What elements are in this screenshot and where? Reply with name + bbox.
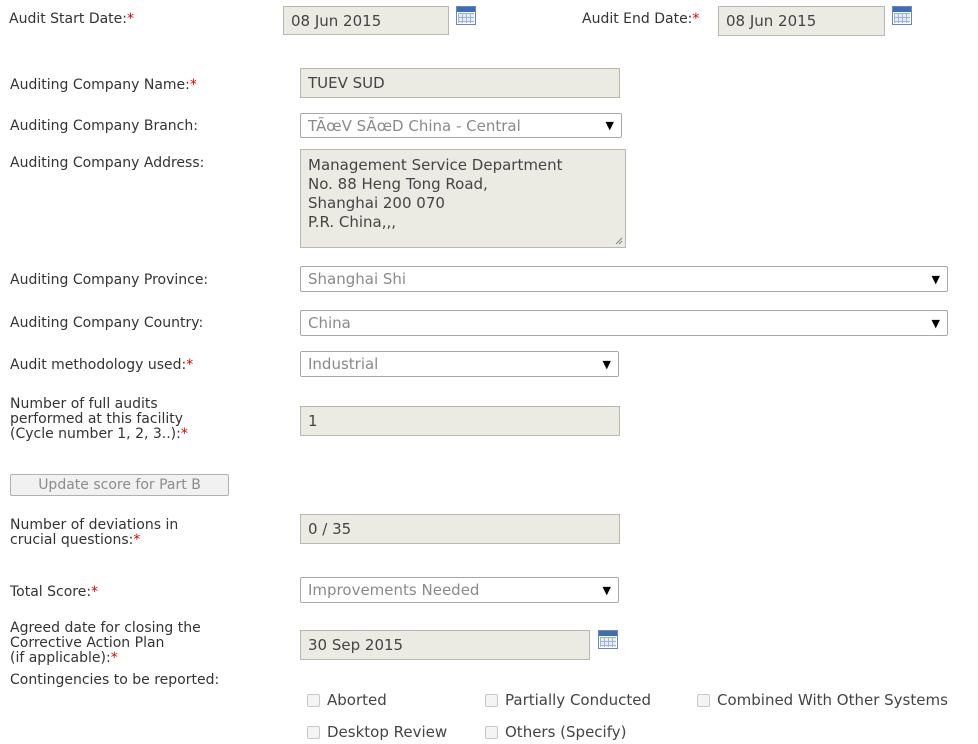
agreed-date-field[interactable]: 30 Sep 2015 [300,630,590,660]
company-country-label: Auditing Company Country: [10,315,204,331]
contingencies-label: Contingencies to be reported: [10,672,220,688]
deviations-field[interactable]: 0 / 35 [300,514,620,544]
total-score-select[interactable]: Improvements Needed ▼ [300,577,619,603]
checkbox-box[interactable] [485,725,498,739]
address-line: P.R. China,,, [308,213,397,231]
checkbox-aborted[interactable]: Aborted [307,691,387,709]
agreed-date-label: Agreed date for closing the Corrective A… [10,620,201,666]
company-name-field[interactable]: TUEV SUD [300,68,620,98]
company-name-label: Auditing Company Name:* [10,77,197,93]
checkbox-combined-with-other-systems[interactable]: Combined With Other Systems [697,691,948,709]
checkbox-partially-conducted[interactable]: Partially Conducted [485,691,651,709]
chevron-down-icon: ▼ [602,357,611,371]
company-branch-label: Auditing Company Branch: [10,118,198,134]
company-province-select[interactable]: Shanghai Shi ▼ [300,266,948,292]
checkbox-box[interactable] [697,693,710,707]
calendar-icon[interactable] [892,6,912,25]
chevron-down-icon: ▼ [931,316,940,330]
company-country-select[interactable]: China ▼ [300,310,948,336]
company-address-textarea[interactable]: Management Service Department No. 88 Hen… [300,149,626,248]
checkbox-desktop-review[interactable]: Desktop Review [307,723,447,741]
resize-handle-icon[interactable] [615,237,623,245]
chevron-down-icon: ▼ [931,272,940,286]
audit-start-field[interactable]: 08 Jun 2015 [283,6,449,35]
audit-end-label: Audit End Date:* [582,11,700,27]
checkbox-box[interactable] [307,693,320,707]
company-province-label: Auditing Company Province: [10,272,209,288]
company-branch-select[interactable]: TÃœV SÃœD China - Central ▼ [300,113,622,138]
deviations-label: Number of deviations in crucial question… [10,517,179,548]
checkbox-others-specify[interactable]: Others (Specify) [485,723,626,741]
total-score-label: Total Score:* [10,584,99,600]
audit-start-label: Audit Start Date:* [9,11,134,27]
calendar-icon[interactable] [456,6,476,25]
address-line: No. 88 Heng Tong Road, [308,175,488,193]
address-line: Management Service Department [308,156,563,174]
checkbox-box[interactable] [485,693,498,707]
chevron-down-icon: ▼ [602,583,611,597]
chevron-down-icon: ▼ [605,119,614,132]
methodology-label: Audit methodology used:* [10,357,194,373]
calendar-icon[interactable] [598,630,618,649]
methodology-select[interactable]: Industrial ▼ [300,351,619,377]
address-line: Shanghai 200 070 [308,194,445,212]
company-address-label: Auditing Company Address: [10,155,205,171]
audit-end-field[interactable]: 08 Jun 2015 [718,6,885,36]
checkbox-box[interactable] [307,725,320,739]
full-audits-field[interactable]: 1 [300,406,620,436]
update-score-button[interactable]: Update score for Part B [10,474,229,496]
full-audits-label: Number of full audits performed at this … [10,396,188,442]
